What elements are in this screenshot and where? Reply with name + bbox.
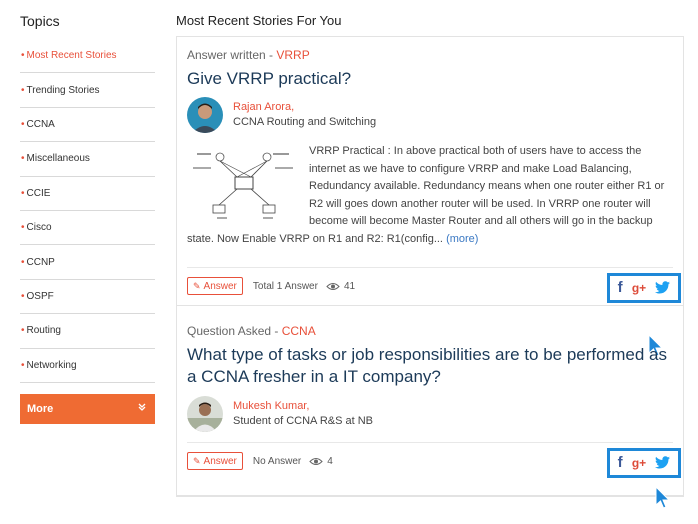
facebook-icon[interactable]: f xyxy=(618,454,623,471)
facebook-icon[interactable]: f xyxy=(618,279,623,296)
bullet-icon: • xyxy=(21,325,25,337)
card-spacer xyxy=(187,480,673,495)
views-count: 41 xyxy=(343,280,356,292)
topic-item-ccnp[interactable]: • CCNP xyxy=(20,245,155,280)
story-title[interactable]: What type of tasks or job responsibiliti… xyxy=(187,344,673,388)
twitter-icon[interactable] xyxy=(655,456,671,469)
eye-icon xyxy=(309,457,323,465)
bullet-icon: • xyxy=(21,256,25,268)
topics-sidebar: Topics • Most Recent Stories • Trending St… xyxy=(20,10,155,424)
google-plus-icon[interactable]: g+ xyxy=(632,281,646,295)
story-type-line: Question Asked - CCNA xyxy=(187,323,673,339)
stories-list: Answer written - VRRP Give VRRP practica… xyxy=(176,36,684,509)
story-excerpt: VRRP Practical : In above practical both… xyxy=(187,143,673,249)
views-count: 4 xyxy=(327,455,333,467)
stories-main: Most Recent Stories For You Answer writt… xyxy=(176,10,684,509)
cursor-icon xyxy=(655,485,671,509)
views-counter: 41 xyxy=(326,281,355,292)
author-name[interactable]: Rajan Arora, xyxy=(233,100,376,115)
author-role: Student of CCNA R&S at NB xyxy=(233,414,374,427)
author-info: Mukesh Kumar, Student of CCNA R&S at NB xyxy=(233,399,373,429)
eye-icon xyxy=(326,282,340,290)
topic-label: Networking xyxy=(26,359,77,371)
answer-count[interactable]: Total 1 Answer xyxy=(253,281,318,292)
topic-item-ccna[interactable]: • CCNA xyxy=(20,108,155,143)
answer-button[interactable]: ✎ Answer xyxy=(187,277,243,296)
topic-list: • Most Recent Stories • Trending Stories •… xyxy=(20,39,155,383)
story-type: Answer written - xyxy=(187,48,277,62)
topic-label: CCNP xyxy=(26,256,55,268)
topic-item-most-recent-stories[interactable]: • Most Recent Stories xyxy=(20,39,155,74)
topic-item-routing[interactable]: • Routing xyxy=(20,314,155,349)
share-buttons: f g+ xyxy=(607,447,681,478)
topic-item-trending-stories[interactable]: • Trending Stories xyxy=(20,73,155,108)
story-footer: ✎ Answer Total 1 Answer 41 f g+ xyxy=(187,266,681,305)
topic-item-miscellaneous[interactable]: • Miscellaneous xyxy=(20,142,155,177)
page-title: Most Recent Stories For You xyxy=(176,13,342,28)
story-card: Answer written - VRRP Give VRRP practica… xyxy=(177,37,683,357)
topic-item-ccie[interactable]: • CCIE xyxy=(20,177,155,211)
answer-button-label: Answer xyxy=(203,280,237,292)
topic-label: OSPF xyxy=(26,290,54,302)
topic-label: Cisco xyxy=(26,222,52,234)
topic-label: Trending Stories xyxy=(26,84,100,96)
vrrp-diagram-thumbnail[interactable] xyxy=(187,147,299,223)
story-category-link[interactable]: VRRP xyxy=(276,48,309,62)
topic-label: Most Recent Stories xyxy=(26,50,117,62)
story-type: Question Asked - xyxy=(187,323,282,338)
answer-count[interactable]: No Answer xyxy=(253,456,301,467)
bullet-icon: • xyxy=(21,50,25,62)
views-counter: 4 xyxy=(309,456,333,467)
pencil-icon: ✎ xyxy=(193,280,201,291)
author-info: Rajan Arora, CCNA Routing and Switching xyxy=(233,100,376,130)
topic-item-cisco[interactable]: • Cisco xyxy=(20,211,155,246)
topic-item-networking[interactable]: • Networking xyxy=(20,349,155,383)
pencil-icon: ✎ xyxy=(193,455,201,466)
answer-button[interactable]: ✎ Answer xyxy=(187,452,243,471)
bullet-icon: • xyxy=(21,153,25,165)
topic-item-ospf[interactable]: • OSPF xyxy=(20,280,155,315)
story-title[interactable]: Give VRRP practical? xyxy=(187,68,673,90)
answer-button-label: Answer xyxy=(203,455,237,467)
sidebar-title: Topics xyxy=(20,13,60,29)
more-link[interactable]: (more) xyxy=(446,233,478,245)
avatar[interactable] xyxy=(187,97,223,133)
author-name[interactable]: Mukesh Kumar, xyxy=(233,399,373,414)
bullet-icon: • xyxy=(21,359,25,371)
story-card: Question Asked - CCNA What type of tasks… xyxy=(177,306,683,509)
author-block: Mukesh Kumar, Student of CCNA R&S at NB xyxy=(187,395,673,432)
topic-label: CCNA xyxy=(26,118,55,130)
author-block: Rajan Arora, CCNA Routing and Switching xyxy=(187,97,673,133)
google-plus-icon[interactable]: g+ xyxy=(632,456,646,470)
avatar[interactable] xyxy=(187,395,223,432)
bullet-icon: • xyxy=(21,222,25,234)
bullet-icon: • xyxy=(21,290,25,302)
story-type-line: Answer written - VRRP xyxy=(187,47,673,63)
twitter-icon[interactable] xyxy=(655,281,671,294)
author-role: CCNA Routing and Switching xyxy=(233,116,377,128)
bullet-icon: • xyxy=(21,84,25,96)
bullet-icon: • xyxy=(21,118,25,130)
bullet-icon: • xyxy=(21,187,25,199)
story-footer: ✎ Answer No Answer 4 f g+ xyxy=(187,441,681,480)
topic-label: Routing xyxy=(26,325,61,337)
share-buttons: f g+ xyxy=(607,272,681,303)
topic-label: Miscellaneous xyxy=(26,153,90,165)
more-button-label: More xyxy=(27,402,54,415)
double-chevron-down-icon xyxy=(137,402,147,415)
more-topics-button[interactable]: More xyxy=(20,393,155,424)
topic-label: CCIE xyxy=(26,187,51,199)
story-category-link[interactable]: CCNA xyxy=(282,324,316,338)
